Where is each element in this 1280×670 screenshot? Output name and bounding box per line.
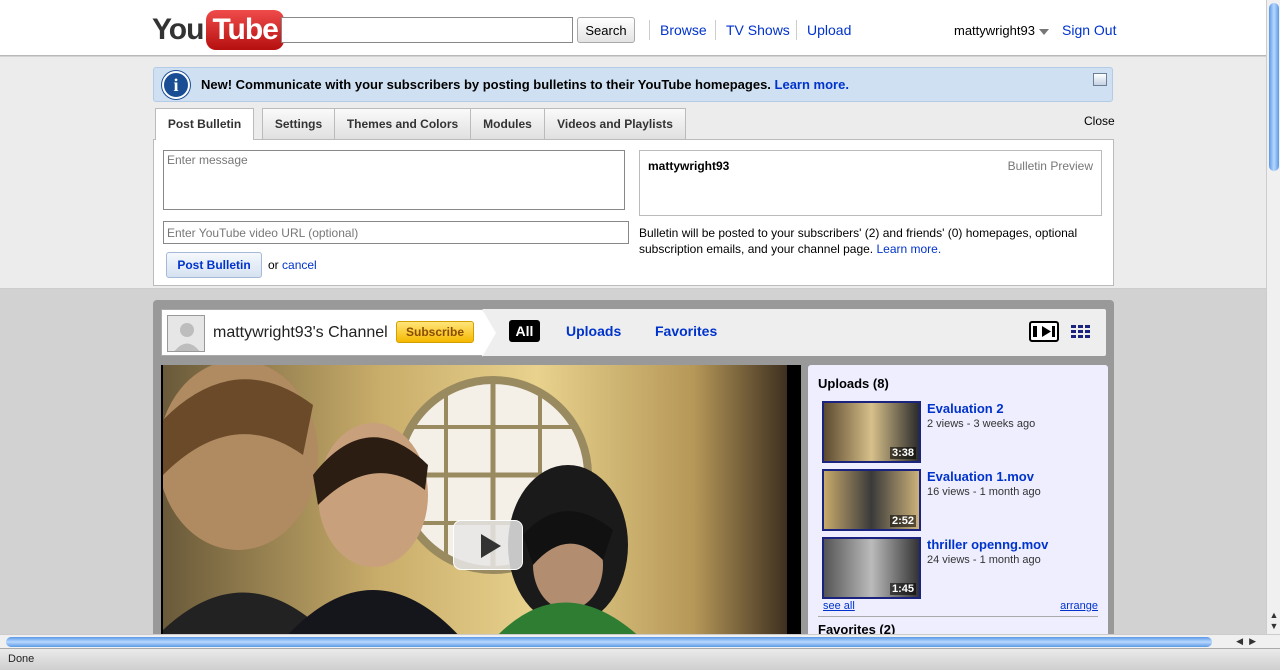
arrange-link[interactable]: arrange	[1060, 600, 1098, 612]
status-text: Done	[8, 653, 35, 665]
logo-tube: Tube	[206, 10, 284, 50]
bulletin-preview: mattywright93 Bulletin Preview	[639, 150, 1102, 216]
post-bulletin-button[interactable]: Post Bulletin	[166, 252, 262, 278]
nav-upload-link[interactable]: Upload	[807, 22, 851, 38]
bulletin-panel: Enter message Enter YouTube video URL (o…	[153, 139, 1114, 286]
chevron-down-icon	[1038, 28, 1049, 35]
tab-videos-and-playlists[interactable]: Videos and Playlists	[544, 108, 686, 139]
info-icon: i	[162, 71, 190, 99]
channel-title-box: mattywright93's Channel Subscribe	[161, 309, 496, 357]
info-learn-more-link[interactable]: Learn more.	[775, 77, 849, 92]
uploads-sidebar: Uploads (8) 3:38 Evaluation 2 2 views - …	[808, 365, 1108, 640]
nav-divider	[796, 20, 797, 40]
uploads-heading: Uploads (8)	[818, 376, 889, 391]
username: mattywright93	[954, 23, 1035, 38]
dismiss-icon[interactable]	[1093, 73, 1107, 86]
channel-header: mattywright93's Channel Subscribe All Up…	[161, 309, 1106, 357]
video-player[interactable]	[161, 365, 801, 640]
search-button[interactable]: Search	[577, 17, 635, 43]
list-item[interactable]: 3:38 Evaluation 2 2 views - 3 weeks ago	[822, 401, 1102, 463]
video-meta: 2 views - 3 weeks ago	[927, 418, 1036, 430]
vertical-scroll-thumb[interactable]	[1269, 3, 1279, 171]
play-icon[interactable]	[453, 520, 523, 570]
channel-edit-area: i New! Communicate with your subscribers…	[0, 57, 1266, 289]
close-edit-link[interactable]: Close	[1084, 114, 1115, 128]
tab-modules[interactable]: Modules	[470, 108, 545, 139]
nav-browse-link[interactable]: Browse	[660, 22, 707, 38]
or-text: or	[268, 258, 279, 272]
video-thumbnail[interactable]: 3:38	[822, 401, 921, 463]
list-item[interactable]: 1:45 thriller openng.mov 24 views - 1 mo…	[822, 537, 1102, 599]
channel-tab-uploads[interactable]: Uploads	[566, 323, 621, 339]
see-all-link[interactable]: see all	[823, 600, 855, 612]
scroll-arrows-icon[interactable]: ▲ ▼	[1267, 610, 1280, 632]
nav-tv-shows-link[interactable]: TV Shows	[726, 22, 790, 38]
avatar[interactable]	[167, 315, 205, 352]
tab-post-bulletin[interactable]: Post Bulletin	[155, 108, 254, 140]
info-message: New! Communicate with your subscribers b…	[201, 77, 771, 92]
video-title-link[interactable]: thriller openng.mov	[927, 537, 1048, 552]
horizontal-scroll-thumb[interactable]	[6, 637, 1212, 647]
tab-themes-and-colors[interactable]: Themes and Colors	[334, 108, 471, 139]
channel-title: mattywright93's Channel	[213, 324, 388, 341]
site-header: You Tube Search Browse TV Shows Upload ma…	[0, 0, 1266, 56]
sign-out-link[interactable]: Sign Out	[1062, 22, 1116, 38]
video-thumbnail[interactable]: 2:52	[822, 469, 921, 531]
nav-divider	[649, 20, 650, 40]
cancel-link[interactable]: cancel	[282, 258, 317, 272]
video-meta: 16 views - 1 month ago	[927, 486, 1041, 498]
preview-label: Bulletin Preview	[1007, 159, 1093, 173]
video-meta: 24 views - 1 month ago	[927, 554, 1041, 566]
bulletin-video-url-field[interactable]: Enter YouTube video URL (optional)	[163, 221, 629, 244]
youtube-logo[interactable]: You Tube	[152, 10, 284, 50]
video-duration: 1:45	[889, 583, 916, 595]
bulletin-note-text: Bulletin will be posted to your subscrib…	[639, 226, 1078, 256]
grid-view-icon[interactable]	[1071, 323, 1091, 339]
video-duration: 3:38	[889, 447, 916, 459]
or-cancel: or cancel	[268, 258, 317, 272]
bulletin-note: Bulletin will be posted to your subscrib…	[639, 225, 1109, 257]
info-banner: i New! Communicate with your subscribers…	[153, 67, 1113, 102]
bulletin-learn-more-link[interactable]: Learn more.	[876, 242, 941, 256]
video-duration: 2:52	[889, 515, 916, 527]
info-banner-text: New! Communicate with your subscribers b…	[201, 77, 849, 92]
bulletin-message-field[interactable]: Enter message	[163, 150, 625, 210]
tab-settings[interactable]: Settings	[262, 108, 335, 139]
vertical-scrollbar[interactable]: ▲ ▼	[1266, 0, 1280, 634]
scroll-arrows-icon[interactable]: ◀▶	[1236, 636, 1262, 647]
player-view-icon[interactable]	[1029, 321, 1059, 342]
nav-divider	[715, 20, 716, 40]
divider	[818, 616, 1098, 617]
channel-tab-all[interactable]: All	[509, 320, 540, 342]
channel-tab-favorites[interactable]: Favorites	[655, 323, 717, 339]
channel-box: mattywright93's Channel Subscribe All Up…	[153, 300, 1114, 640]
search-input[interactable]	[281, 17, 573, 43]
video-frame	[161, 365, 787, 640]
video-title-link[interactable]: Evaluation 2	[927, 401, 1004, 416]
video-title-link[interactable]: Evaluation 1.mov	[927, 469, 1034, 484]
preview-username: mattywright93	[648, 159, 730, 173]
user-menu[interactable]: mattywright93	[954, 23, 1049, 38]
logo-you: You	[152, 13, 204, 46]
video-thumbnail[interactable]: 1:45	[822, 537, 921, 599]
list-item[interactable]: 2:52 Evaluation 1.mov 16 views - 1 month…	[822, 469, 1102, 531]
subscribe-button[interactable]: Subscribe	[396, 321, 474, 343]
browser-status-bar: Done	[0, 648, 1280, 670]
horizontal-scrollbar[interactable]: ◀▶	[0, 634, 1280, 648]
